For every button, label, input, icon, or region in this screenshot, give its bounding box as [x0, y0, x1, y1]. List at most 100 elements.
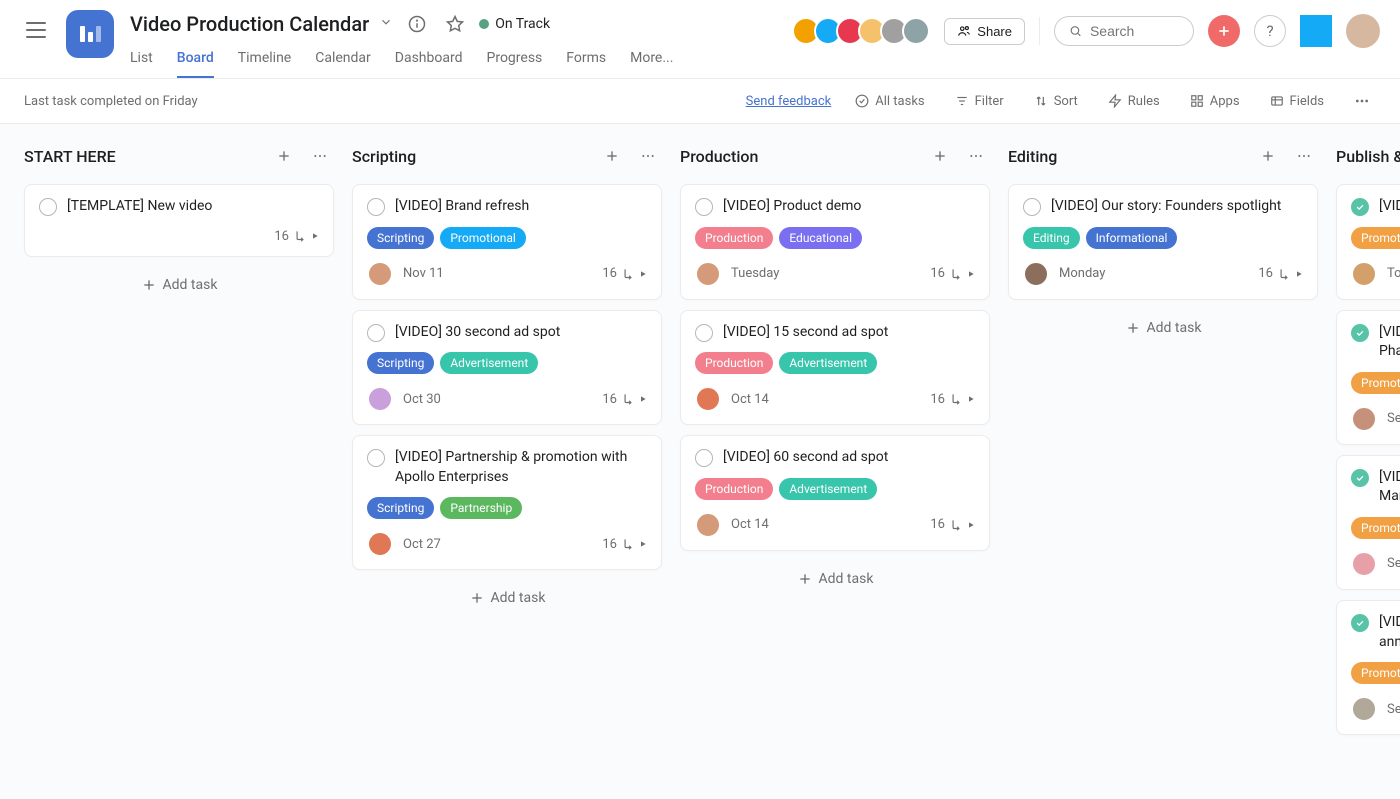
tag[interactable]: Production [695, 478, 773, 500]
subtask-count[interactable]: 16 [602, 537, 647, 552]
subtask-count[interactable]: 16 [602, 266, 647, 281]
rules-button[interactable]: Rules [1102, 90, 1166, 113]
member-avatars[interactable] [798, 17, 930, 45]
column-title[interactable]: Publish & promote [1336, 147, 1400, 166]
due-date[interactable]: Today [1387, 266, 1400, 281]
due-date[interactable]: Oct 14 [731, 392, 769, 407]
tag[interactable]: Partnership [440, 497, 522, 519]
tab-timeline[interactable]: Timeline [238, 44, 291, 78]
column-add-button[interactable] [270, 142, 298, 170]
tag[interactable]: Advertisement [440, 352, 538, 374]
column-title[interactable]: Editing [1008, 147, 1246, 166]
upgrade-tile[interactable] [1300, 15, 1332, 47]
add-task-button[interactable]: Add task [24, 267, 334, 303]
feedback-link[interactable]: Send feedback [746, 94, 832, 109]
complete-checkbox[interactable] [39, 198, 57, 216]
subtask-count[interactable]: 16 [602, 392, 647, 407]
tag[interactable]: Promotion [1351, 227, 1400, 249]
column-menu-button[interactable] [1290, 142, 1318, 170]
column-title[interactable]: Scripting [352, 147, 590, 166]
column-menu-button[interactable] [962, 142, 990, 170]
task-card[interactable]: [VIDEO] Product demo ProductionEducation… [680, 184, 990, 300]
task-card[interactable]: [TEMPLATE] New video 16 [24, 184, 334, 257]
search-box[interactable] [1054, 16, 1194, 46]
add-task-button[interactable]: Add task [1336, 745, 1400, 781]
tab-calendar[interactable]: Calendar [315, 44, 371, 78]
column-menu-button[interactable] [634, 142, 662, 170]
due-date[interactable]: Oct 27 [403, 537, 441, 552]
column-title[interactable]: START HERE [24, 147, 262, 166]
complete-checkbox[interactable] [695, 198, 713, 216]
tag[interactable]: Editing [1023, 227, 1080, 249]
subtask-count[interactable]: 16 [1258, 266, 1303, 281]
tag[interactable]: Promotional [440, 227, 526, 249]
due-date[interactable]: Oct 14 [731, 517, 769, 532]
info-icon[interactable] [403, 10, 431, 38]
due-date[interactable]: Sep 23 [1387, 556, 1400, 571]
assignee-avatar[interactable] [367, 261, 393, 287]
tab-progress[interactable]: Progress [487, 44, 543, 78]
complete-checkbox[interactable] [1351, 469, 1369, 487]
column-add-button[interactable] [926, 142, 954, 170]
task-card[interactable]: [VIDEO] Nᴇannouncement Promotion Sep 17 [1336, 600, 1400, 735]
tag[interactable]: Scripting [367, 227, 434, 249]
assignee-avatar[interactable] [1023, 261, 1049, 287]
subtask-count[interactable]: 16 [274, 229, 319, 244]
tag[interactable]: Advertisement [779, 478, 877, 500]
tag[interactable]: Educational [779, 227, 862, 249]
due-date[interactable]: Tuesday [731, 266, 779, 281]
complete-checkbox[interactable] [695, 449, 713, 467]
subtask-count[interactable]: 16 [930, 517, 975, 532]
column-add-button[interactable] [1254, 142, 1282, 170]
complete-checkbox[interactable] [1023, 198, 1041, 216]
task-card[interactable]: [VIDEO] Partnership & promotion with Apo… [352, 435, 662, 570]
member-avatar[interactable] [902, 17, 930, 45]
task-card[interactable]: [VIDEO] 30 second ad spot ScriptingAdver… [352, 310, 662, 426]
tag[interactable]: Advertisement [779, 352, 877, 374]
column-menu-button[interactable] [306, 142, 334, 170]
tab-forms[interactable]: Forms [566, 44, 606, 78]
more-actions-button[interactable] [1348, 89, 1376, 113]
assignee-avatar[interactable] [1351, 551, 1377, 577]
task-card[interactable]: [VIDEO] 60 second ad spot ProductionAdve… [680, 435, 990, 551]
assignee-avatar[interactable] [695, 512, 721, 538]
assignee-avatar[interactable] [695, 386, 721, 412]
tab-board[interactable]: Board [177, 44, 214, 78]
complete-checkbox[interactable] [367, 449, 385, 467]
complete-checkbox[interactable] [1351, 324, 1369, 342]
task-card[interactable]: [VIDEO] Brand refresh ScriptingPromotion… [352, 184, 662, 300]
sort-button[interactable]: Sort [1028, 90, 1084, 113]
task-card[interactable]: [VIDEO] CᴏPham Promotion Sep 29 [1336, 310, 1400, 445]
due-date[interactable]: Oct 30 [403, 392, 441, 407]
complete-checkbox[interactable] [367, 324, 385, 342]
global-add-button[interactable] [1208, 15, 1240, 47]
tag[interactable]: Production [695, 352, 773, 374]
complete-checkbox[interactable] [1351, 198, 1369, 216]
share-button[interactable]: Share [944, 18, 1025, 45]
filter-button[interactable]: Filter [949, 90, 1010, 113]
tab-more[interactable]: More... [630, 44, 673, 78]
assignee-avatar[interactable] [1351, 261, 1377, 287]
assignee-avatar[interactable] [367, 386, 393, 412]
tag[interactable]: Promotion [1351, 662, 1400, 684]
tag[interactable]: Promotion [1351, 517, 1400, 539]
apps-button[interactable]: Apps [1184, 90, 1246, 113]
add-task-button[interactable]: Add task [680, 561, 990, 597]
help-button[interactable]: ? [1254, 15, 1286, 47]
search-input[interactable] [1090, 23, 1179, 39]
assignee-avatar[interactable] [695, 261, 721, 287]
tab-dashboard[interactable]: Dashboard [395, 44, 463, 78]
subtask-count[interactable]: 16 [930, 392, 975, 407]
complete-checkbox[interactable] [367, 198, 385, 216]
tag[interactable]: Promotion [1351, 372, 1400, 394]
due-date[interactable]: Monday [1059, 266, 1105, 281]
profile-avatar[interactable] [1346, 14, 1380, 48]
task-card[interactable]: [VIDEO] Our story: Founders spotlight Ed… [1008, 184, 1318, 300]
due-date[interactable]: Sep 29 [1387, 411, 1400, 426]
fields-button[interactable]: Fields [1264, 90, 1330, 113]
tab-list[interactable]: List [130, 44, 153, 78]
star-icon[interactable] [441, 10, 469, 38]
project-title[interactable]: Video Production Calendar [130, 12, 369, 36]
tag[interactable]: Scripting [367, 352, 434, 374]
complete-checkbox[interactable] [1351, 614, 1369, 632]
